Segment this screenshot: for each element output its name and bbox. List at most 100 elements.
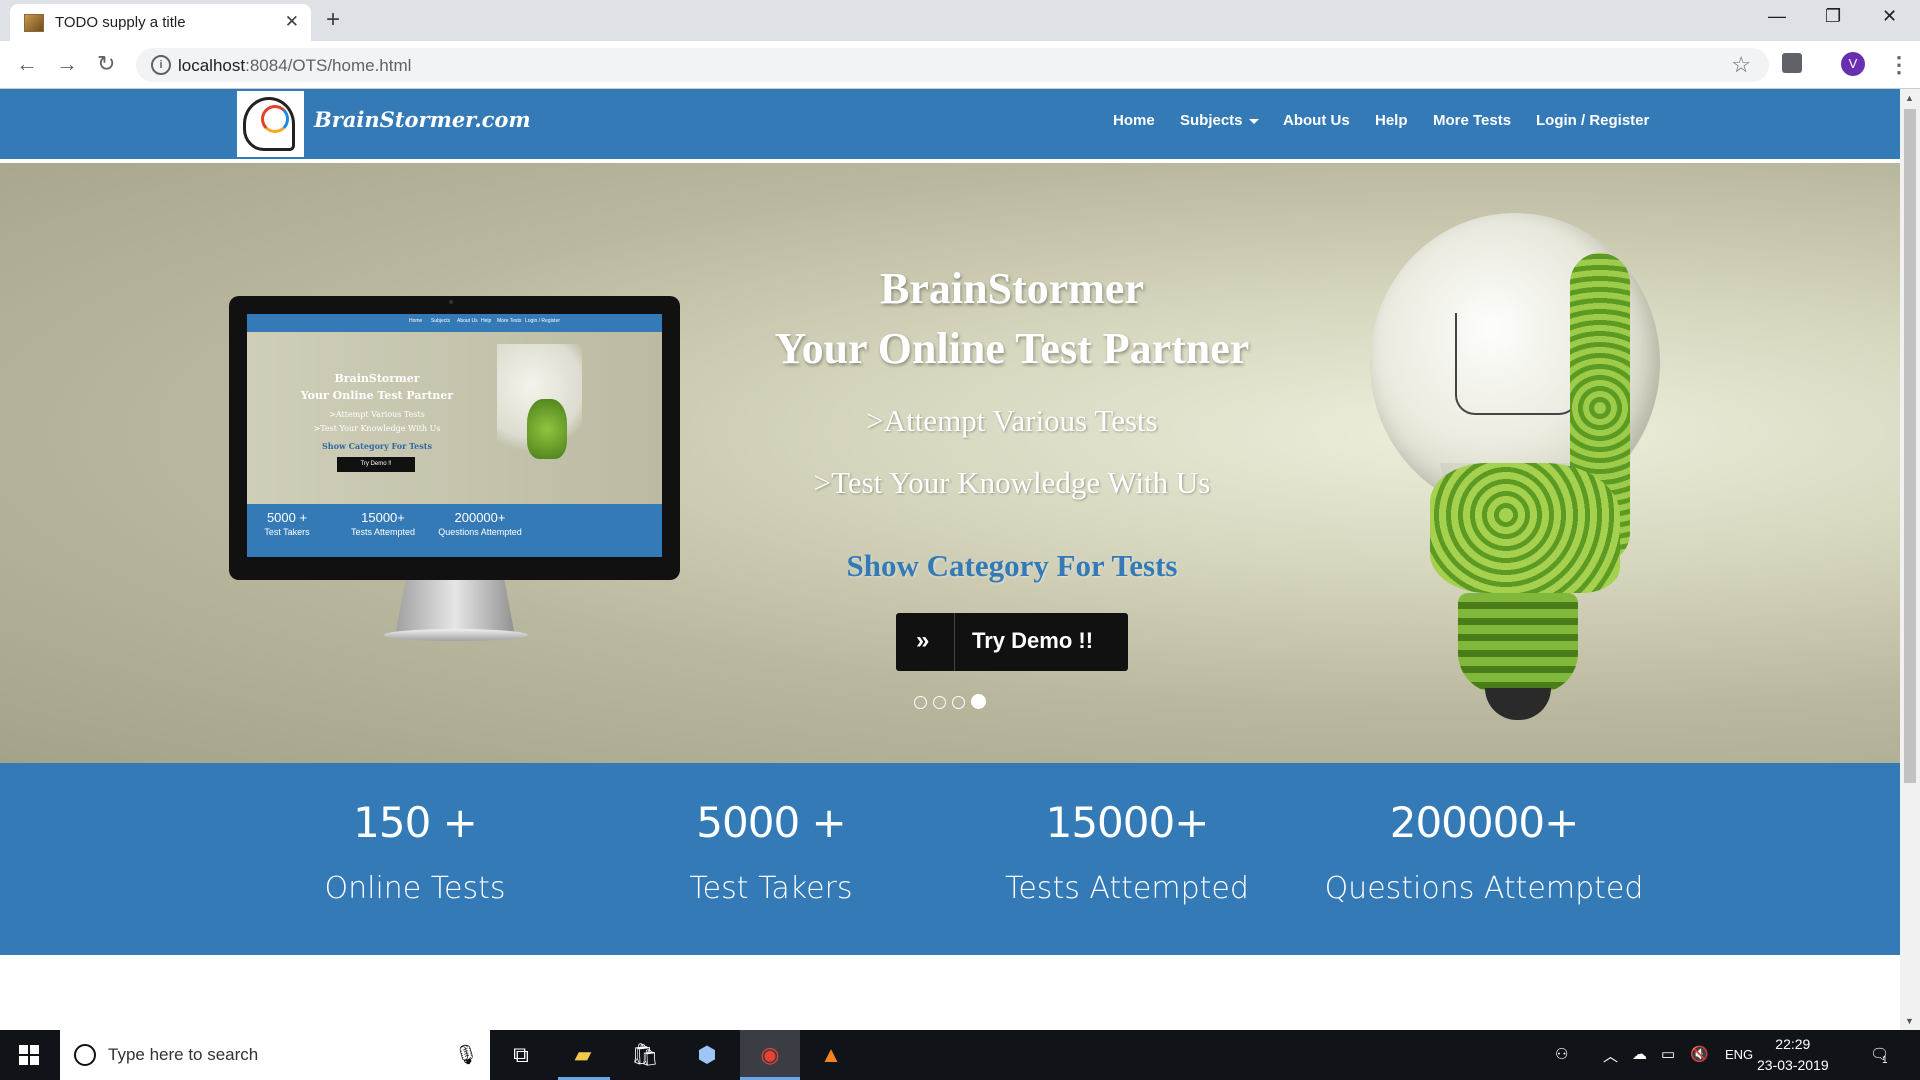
show-category-link[interactable]: Show Category For Tests xyxy=(700,548,1324,584)
tab-close-icon[interactable]: ✕ xyxy=(285,12,299,32)
task-view-icon[interactable]: ⧉ xyxy=(506,1040,536,1070)
preview-apples xyxy=(527,399,567,459)
try-demo-label: Try Demo !! xyxy=(972,628,1094,653)
reload-icon[interactable]: ↻ xyxy=(97,51,115,77)
stat-label: Tests Attempted xyxy=(1005,871,1249,906)
chevron-up-icon[interactable]: ︿ xyxy=(1603,1045,1618,1066)
preview-nav-item: About Us xyxy=(457,318,478,324)
close-window-button[interactable]: ✕ xyxy=(1882,6,1897,27)
preview-stat-value: 5000 + xyxy=(266,510,308,525)
start-button[interactable] xyxy=(0,1030,58,1080)
hero-title-line1: BrainStormer xyxy=(880,264,1144,313)
lightbulb-apples-image xyxy=(1370,213,1660,733)
preview-stat: 5000 + Test Takers xyxy=(247,510,337,537)
preview-stat: 200000+ Questions Attempted xyxy=(430,510,530,537)
minimize-button[interactable]: — xyxy=(1768,6,1786,27)
carousel-indicators xyxy=(914,694,992,714)
url-host: localhost xyxy=(178,56,246,75)
preview-title-line1: BrainStormer xyxy=(334,372,420,385)
brain-logo-icon[interactable] xyxy=(237,91,304,157)
browser-toolbar: ← → ↻ i localhost:8084/OTS/home.html ☆ xyxy=(0,41,1920,89)
nav-home[interactable]: Home xyxy=(1113,112,1155,129)
scroll-down-icon[interactable]: ▼ xyxy=(1905,1016,1914,1026)
preview-bulb xyxy=(497,344,582,464)
browser-tab-strip: TODO supply a title ✕ + — ❐ ✕ xyxy=(0,0,1920,41)
stat-label: Online Tests xyxy=(324,871,506,906)
carousel-dot[interactable] xyxy=(952,696,965,709)
bulb-filament xyxy=(1455,313,1579,415)
volume-muted-icon[interactable]: 🔇 xyxy=(1690,1045,1709,1063)
preview-nav-item: Login / Register xyxy=(525,318,561,324)
url-path: :8084/OTS/home.html xyxy=(245,56,412,75)
nav-subjects-dropdown[interactable]: Subjects xyxy=(1180,112,1259,129)
cube-icon[interactable]: ⬢ xyxy=(692,1040,722,1070)
monitor-base xyxy=(384,629,528,641)
caret-down-icon xyxy=(1248,118,1259,124)
nav-login-register[interactable]: Login / Register xyxy=(1536,112,1649,129)
monitor-stand xyxy=(395,580,515,635)
preview-title: BrainStormer Your Online Test Partner xyxy=(247,370,507,404)
windows-taskbar: Type here to search 🎙 ⧉ ▰ 🛍 ⬢ ◉ ▲ ⚇ ︿ ☁ … xyxy=(0,1030,1920,1080)
preview-nav-item: Home xyxy=(409,318,423,324)
monitor-screen: Home Subjects About Us Help More Tests L… xyxy=(247,314,662,557)
microphone-icon[interactable]: 🎙 xyxy=(454,1043,478,1067)
tab-title: TODO supply a title xyxy=(55,14,186,31)
nav-about-us[interactable]: About Us xyxy=(1283,112,1350,129)
arrow-left-icon[interactable]: ← xyxy=(16,51,38,77)
restore-button[interactable]: ❐ xyxy=(1825,6,1841,27)
vlc-cone-icon[interactable]: ▲ xyxy=(816,1040,846,1070)
folder-icon[interactable]: ▰ xyxy=(568,1040,598,1070)
extension-icon[interactable] xyxy=(1782,53,1802,73)
preview-nav-item: More Tests xyxy=(497,318,522,324)
taskbar-search-box[interactable]: Type here to search 🎙 xyxy=(60,1030,490,1080)
carousel-dot[interactable] xyxy=(914,696,927,709)
bulb-apples-bottom xyxy=(1430,463,1620,593)
arrow-right-icon[interactable]: → xyxy=(56,51,78,77)
preview-demo-button: Try Demo !! xyxy=(337,457,415,472)
preview-navbar: Home Subjects About Us Help More Tests L… xyxy=(247,314,662,332)
try-demo-button[interactable]: » Try Demo !! xyxy=(896,613,1128,671)
site-brand[interactable]: BrainStormer.com xyxy=(314,107,531,132)
battery-icon[interactable]: ▭ xyxy=(1661,1045,1675,1063)
stat-tests-attempted: 15000+ Tests Attempted xyxy=(947,798,1307,906)
address-bar[interactable]: i localhost:8084/OTS/home.html ☆ xyxy=(136,48,1769,82)
stat-label: Test Takers xyxy=(689,871,853,906)
preview-stat-label: Test Takers xyxy=(264,527,310,537)
carousel-dot-active[interactable] xyxy=(971,694,986,709)
carousel-dot[interactable] xyxy=(933,696,946,709)
nav-help[interactable]: Help xyxy=(1375,112,1408,129)
stat-value: 200000+ xyxy=(1389,798,1580,847)
language-indicator[interactable]: ENG xyxy=(1725,1047,1753,1062)
new-tab-button[interactable]: + xyxy=(326,6,340,34)
preview-bullet2: >Test Your Knowledge With Us xyxy=(313,424,441,433)
preview-nav-item: Help xyxy=(481,318,492,324)
brain-swirl xyxy=(261,105,289,133)
clock-date: 23-03-2019 xyxy=(1757,1057,1829,1073)
star-icon[interactable]: ☆ xyxy=(1731,52,1751,78)
page-scrollbar[interactable]: ▲ ▼ xyxy=(1900,89,1920,1030)
url-text[interactable]: localhost:8084/OTS/home.html xyxy=(178,56,411,76)
scroll-up-icon[interactable]: ▲ xyxy=(1905,93,1914,103)
store-icon[interactable]: 🛍 xyxy=(630,1040,660,1070)
scrollbar-thumb[interactable] xyxy=(1904,109,1916,783)
browser-tab[interactable]: TODO supply a title ✕ xyxy=(10,4,311,41)
info-icon[interactable]: i xyxy=(151,55,171,75)
site-navbar: BrainStormer.com Home Subjects About Us … xyxy=(0,89,1900,163)
preview-nav-item: Subjects xyxy=(431,318,451,324)
hero-bullet-1: >Attempt Various Tests xyxy=(866,403,1158,438)
hero-carousel: Home Subjects About Us Help More Tests L… xyxy=(0,163,1900,763)
nav-more-tests[interactable]: More Tests xyxy=(1433,112,1511,129)
stat-online-tests: 150 + Online Tests xyxy=(235,798,595,906)
chrome-icon[interactable]: ◉ xyxy=(755,1040,785,1070)
page-viewport: BrainStormer.com Home Subjects About Us … xyxy=(0,89,1900,1030)
more-vert-icon[interactable]: ⋮ xyxy=(1888,52,1910,78)
profile-avatar[interactable]: V xyxy=(1841,52,1865,76)
system-clock[interactable]: 22:29 23-03-2019 xyxy=(1757,1034,1829,1076)
image-icon xyxy=(24,14,44,32)
stat-label: Questions Attempted xyxy=(1324,871,1644,906)
stat-questions-attempted: 200000+ Questions Attempted xyxy=(1304,798,1664,906)
cloud-icon[interactable]: ☁ xyxy=(1632,1045,1647,1063)
people-icon[interactable]: ⚇ xyxy=(1555,1045,1568,1063)
preview-stat-label: Tests Attempted xyxy=(350,527,416,537)
preview-category-link: Show Category For Tests xyxy=(322,441,432,451)
